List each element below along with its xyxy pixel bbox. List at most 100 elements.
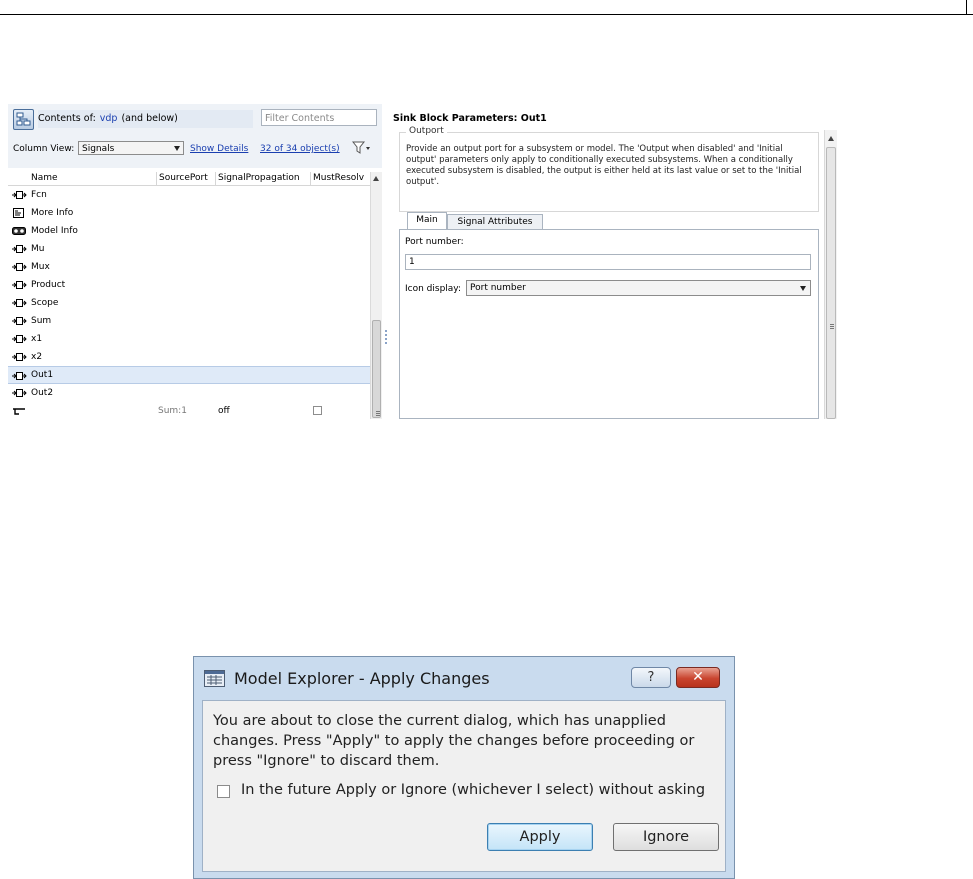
help-button[interactable]: ? (631, 667, 671, 688)
icon-display-label: Icon display: (405, 284, 462, 294)
icon-display-select[interactable]: Port number (466, 280, 811, 296)
grip-line (376, 411, 380, 412)
block-port-icon (12, 191, 27, 199)
column-view-label: Column View: (13, 144, 75, 154)
list-item[interactable]: Scope (8, 294, 370, 312)
contents-pane: Contents of: vdp (and below) Filter Conten… (8, 104, 382, 419)
list-item-label: Out1 (31, 370, 54, 380)
list-item-label: Out2 (31, 388, 54, 398)
model-explorer-app-icon (204, 669, 225, 688)
column-divider[interactable] (156, 172, 157, 185)
pane-splitter[interactable] (384, 104, 388, 419)
dropdown-arrow-icon (174, 146, 180, 151)
list-item[interactable]: Sum (8, 312, 370, 330)
contents-of-bar: Contents of: vdp (and below) (38, 110, 253, 128)
must-resolve-checkbox[interactable] (313, 406, 322, 415)
close-button[interactable]: ✕ (676, 667, 720, 688)
block-port-icon (12, 317, 27, 325)
list-item-label: Sum (31, 316, 52, 326)
model-info-icon (12, 227, 26, 235)
model-link[interactable]: vdp (100, 113, 118, 124)
list-item[interactable]: Out2 (8, 384, 370, 402)
info-block-icon (13, 208, 24, 218)
outport-description: Provide an output port for a subsystem o… (406, 144, 802, 187)
signal-line-icon (13, 408, 25, 415)
scroll-thumb[interactable] (372, 320, 381, 418)
page-header-rule (0, 14, 973, 15)
dropdown-arrow-icon (800, 286, 806, 291)
list-item-label: Fcn (31, 190, 47, 200)
grip-line (830, 328, 834, 329)
show-details-link[interactable]: Show Details (190, 144, 248, 154)
tab-bar: Main Signal Attributes (399, 212, 819, 230)
page-header-mark (966, 0, 967, 14)
scroll-up-arrow-icon[interactable] (373, 176, 379, 181)
column-header-name[interactable]: Name (31, 173, 58, 183)
column-divider[interactable] (215, 172, 216, 185)
block-parameters-pane: Sink Block Parameters: Out1 Outport Prov… (391, 104, 838, 419)
signal-propagation-value[interactable]: off (218, 402, 230, 419)
tab-main[interactable]: Main (407, 212, 447, 230)
list-item[interactable]: Mux (8, 258, 370, 276)
do-not-ask-label[interactable]: In the future Apply or Ignore (whichever… (241, 782, 705, 798)
filter-funnel-icon[interactable] (351, 141, 372, 155)
contents-list: Fcn More Info Model Info Mu Mux Product (8, 186, 370, 419)
list-item[interactable]: Mu (8, 240, 370, 258)
list-item[interactable]: x2 (8, 348, 370, 366)
contents-header: Contents of: vdp (and below) Filter Conten… (8, 104, 382, 168)
list-item-label: x1 (31, 334, 43, 344)
block-parameters-title: Sink Block Parameters: Out1 (393, 113, 547, 124)
grip-line (830, 324, 834, 325)
list-item-label: Scope (31, 298, 59, 308)
filter-contents-input[interactable]: Filter Contents (261, 109, 377, 126)
outport-group: Outport Provide an output port for a sub… (399, 126, 819, 212)
scroll-thumb[interactable] (826, 147, 836, 419)
list-item-label: Model Info (31, 226, 78, 236)
list-item[interactable]: Product (8, 276, 370, 294)
grid-header: Name SourcePort SignalPropagation MustRe… (8, 172, 382, 186)
hierarchy-icon[interactable] (13, 109, 34, 130)
source-port-value: Sum:1 (158, 406, 187, 416)
ignore-button[interactable]: Ignore (613, 823, 719, 851)
dialog-message: You are about to close the current dialo… (213, 713, 695, 769)
block-port-icon (12, 299, 27, 307)
contents-suffix: (and below) (121, 113, 178, 124)
port-number-input[interactable]: 1 (405, 254, 811, 270)
icon-display-value: Port number (470, 283, 526, 293)
list-item[interactable]: Fcn (8, 186, 370, 204)
model-explorer-panel: Contents of: vdp (and below) Filter Conten… (8, 104, 838, 419)
group-label: Outport (406, 126, 447, 136)
list-item[interactable]: x1 (8, 330, 370, 348)
list-item-label: More Info (31, 208, 74, 218)
scroll-up-arrow-icon[interactable] (828, 136, 834, 141)
column-view-select[interactable]: Signals (78, 141, 184, 155)
contents-scrollbar[interactable] (370, 172, 382, 419)
contents-prefix: Contents of: (38, 113, 96, 124)
block-port-icon (12, 353, 27, 361)
block-port-icon (12, 372, 27, 380)
list-item[interactable]: Model Info (8, 222, 370, 240)
port-number-label: Port number: (405, 237, 464, 247)
parameters-scrollbar[interactable] (824, 130, 837, 419)
list-item[interactable]: Sum:1 off (8, 402, 370, 419)
block-port-icon (12, 335, 27, 343)
list-item-label: Mux (31, 262, 50, 272)
list-item-selected[interactable]: Out1 (8, 366, 370, 384)
grip-line (376, 413, 380, 414)
tab-signal-attributes[interactable]: Signal Attributes (447, 214, 543, 229)
dialog-body: You are about to close the current dialo… (202, 700, 726, 872)
apply-button[interactable]: Apply (487, 823, 593, 851)
object-count-link[interactable]: 32 of 34 object(s) (260, 144, 340, 154)
column-header-sourceport[interactable]: SourcePort (159, 173, 208, 183)
do-not-ask-checkbox[interactable] (217, 785, 230, 798)
list-item[interactable]: More Info (8, 204, 370, 222)
column-divider[interactable] (310, 172, 311, 185)
list-item-label: x2 (31, 352, 43, 362)
list-item-label: Mu (31, 244, 45, 254)
apply-changes-dialog: Model Explorer - Apply Changes ? ✕ You a… (193, 656, 735, 879)
block-port-icon (12, 389, 27, 397)
column-header-mustresolve[interactable]: MustResolv (313, 173, 364, 183)
dialog-title: Model Explorer - Apply Changes (234, 669, 490, 688)
tab-content: Port number: 1 Icon display: Port number (399, 229, 819, 419)
column-header-signalpropagation[interactable]: SignalPropagation (218, 173, 300, 183)
